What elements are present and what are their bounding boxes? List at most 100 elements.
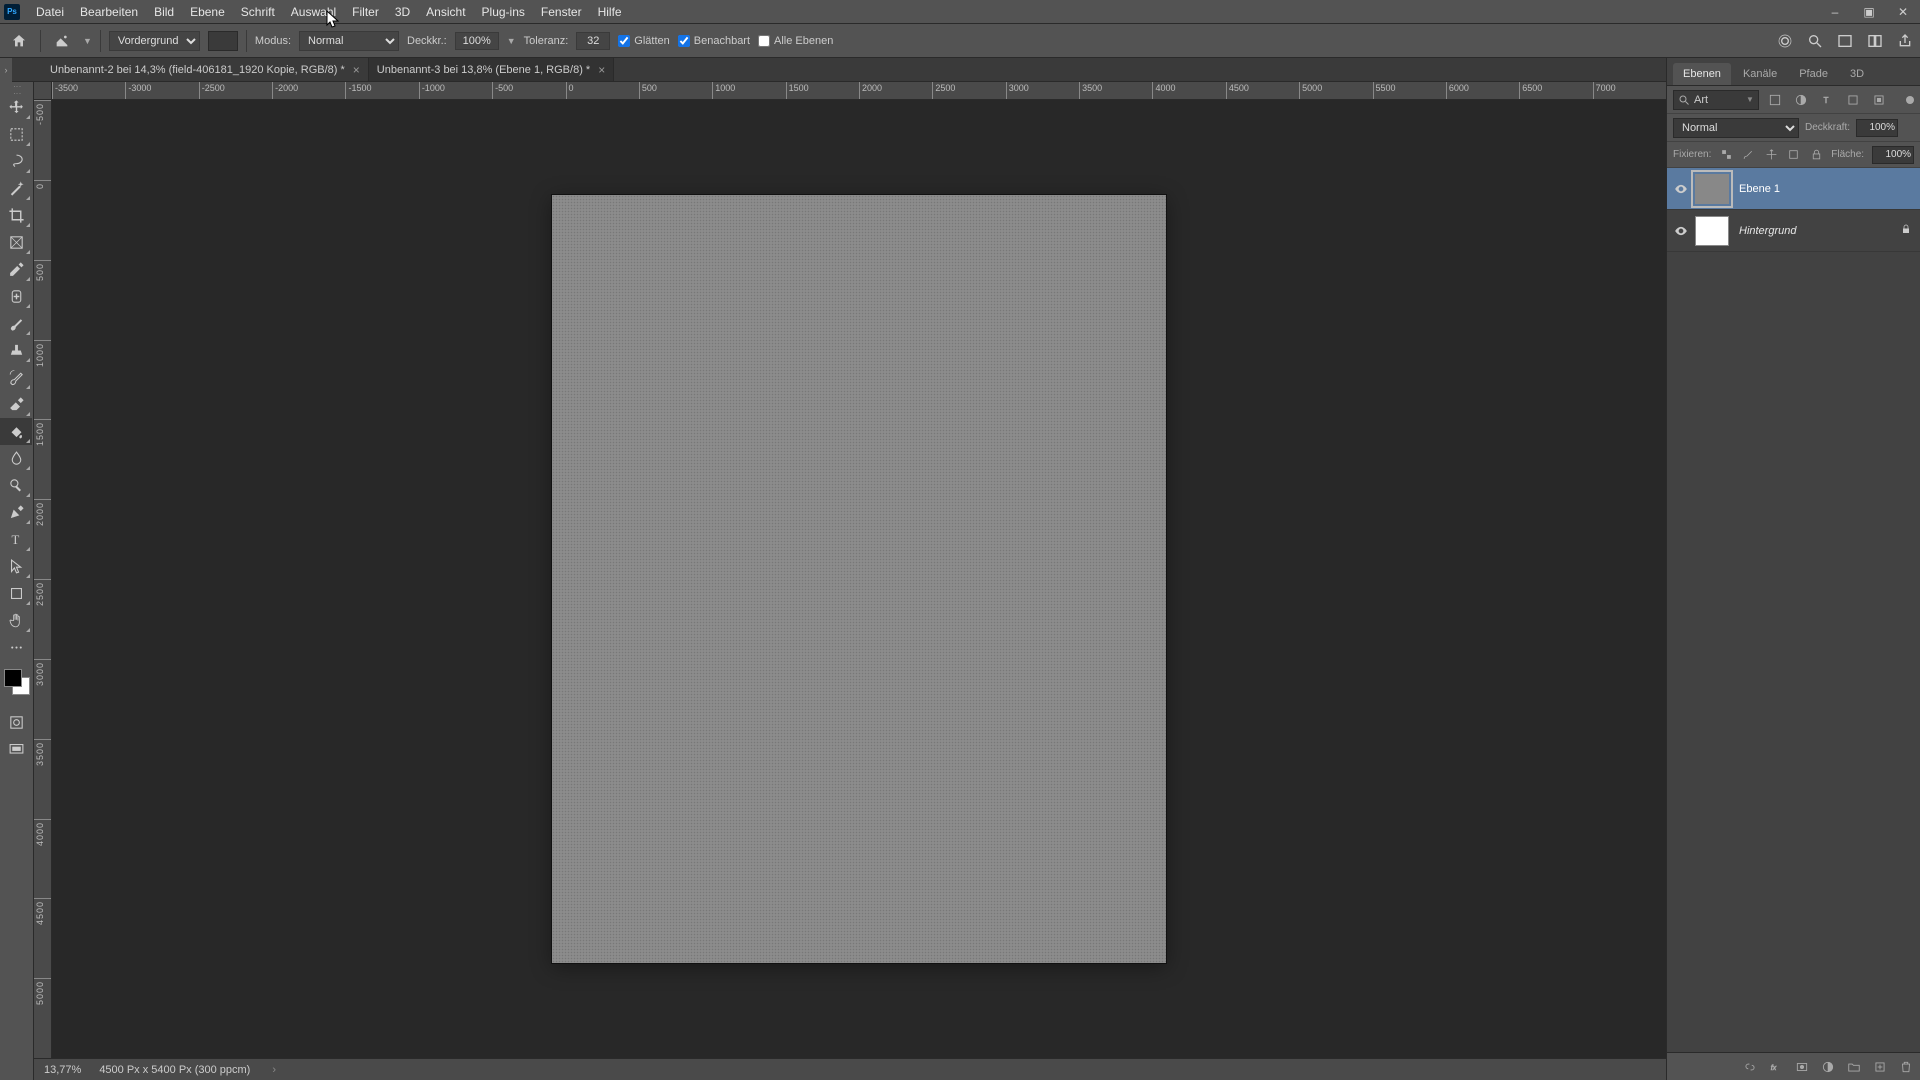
menu-fenster[interactable]: Fenster	[533, 0, 590, 24]
panel-tab-ebenen[interactable]: Ebenen	[1673, 63, 1731, 85]
chevron-down-icon[interactable]: ▼	[507, 36, 516, 46]
antialias-checkbox[interactable]: Glätten	[618, 35, 669, 47]
toolbox-grab-handle[interactable]	[0, 84, 33, 94]
lasso-tool[interactable]	[0, 148, 32, 175]
document-info[interactable]: 4500 Px x 5400 Px (300 ppcm)	[99, 1064, 250, 1076]
status-bar-menu-icon[interactable]: ›	[272, 1064, 276, 1076]
pen-tool[interactable]	[0, 499, 32, 526]
frame-tool[interactable]	[0, 229, 32, 256]
layer-mask-icon[interactable]	[1794, 1059, 1810, 1075]
layer-blend-mode-select[interactable]: Normal	[1673, 118, 1799, 138]
hand-tool[interactable]	[0, 607, 32, 634]
move-tool[interactable]	[0, 94, 32, 121]
menu-hilfe[interactable]: Hilfe	[590, 0, 630, 24]
document-tab[interactable]: Unbenannt-2 bei 14,3% (field-406181_1920…	[42, 58, 369, 81]
history-brush-tool[interactable]	[0, 364, 32, 391]
pattern-swatch[interactable]	[208, 31, 238, 51]
menu-bearbeiten[interactable]: Bearbeiten	[72, 0, 146, 24]
opacity-input[interactable]	[455, 32, 499, 50]
menu-ansicht[interactable]: Ansicht	[418, 0, 473, 24]
edit-toolbar-button[interactable]	[0, 634, 32, 661]
horizontal-ruler[interactable]: -3500-3000-2500-2000-1500-1000-500050010…	[52, 82, 1666, 100]
active-tool-icon[interactable]	[49, 29, 75, 53]
layer-row[interactable]: Hintergrund	[1667, 210, 1920, 252]
layer-row[interactable]: Ebene 1	[1667, 168, 1920, 210]
document-tab[interactable]: Unbenannt-3 bei 13,8% (Ebene 1, RGB/8) *…	[369, 58, 614, 81]
layer-visibility-toggle[interactable]	[1667, 182, 1695, 196]
dodge-tool[interactable]	[0, 472, 32, 499]
delete-layer-icon[interactable]	[1898, 1059, 1914, 1075]
layer-group-icon[interactable]	[1846, 1059, 1862, 1075]
filter-type-icon[interactable]: T	[1817, 90, 1837, 110]
layer-thumbnail[interactable]	[1695, 174, 1729, 204]
layer-filter-kind[interactable]: ▼	[1673, 90, 1759, 110]
filter-adjustment-icon[interactable]	[1791, 90, 1811, 110]
blend-mode-select[interactable]: Normal	[299, 31, 399, 51]
workspace-switcher-icon[interactable]	[1866, 32, 1884, 50]
panel-tab-kanäle[interactable]: Kanäle	[1733, 63, 1787, 85]
type-tool[interactable]: T	[0, 526, 32, 553]
layer-filter-input[interactable]	[1694, 94, 1742, 106]
all-layers-checkbox[interactable]: Alle Ebenen	[758, 35, 833, 47]
panel-tab-3d[interactable]: 3D	[1840, 63, 1874, 85]
brush-tool[interactable]	[0, 310, 32, 337]
vertical-ruler[interactable]: -500050010001500200025003000350040004500…	[34, 100, 52, 1058]
canvas[interactable]	[552, 195, 1166, 963]
tolerance-input[interactable]	[576, 32, 610, 50]
magic-wand-tool[interactable]	[0, 175, 32, 202]
layer-fx-icon[interactable]: fx	[1768, 1059, 1784, 1075]
clone-stamp-tool[interactable]	[0, 337, 32, 364]
layer-name[interactable]: Hintergrund	[1739, 225, 1796, 237]
menu-filter[interactable]: Filter	[344, 0, 387, 24]
menu-3d[interactable]: 3D	[387, 0, 418, 24]
filter-shape-icon[interactable]	[1843, 90, 1863, 110]
menu-datei[interactable]: Datei	[28, 0, 72, 24]
ruler-origin[interactable]	[34, 82, 52, 100]
share-icon[interactable]	[1896, 32, 1914, 50]
layer-fill-input[interactable]	[1872, 146, 1914, 164]
layer-visibility-toggle[interactable]	[1667, 224, 1695, 238]
paint-bucket-tool[interactable]	[0, 418, 32, 445]
fill-source-select[interactable]: Vordergrund	[109, 31, 200, 51]
menu-plug-ins[interactable]: Plug-ins	[474, 0, 533, 24]
window-close-button[interactable]: ✕	[1886, 0, 1920, 23]
blur-tool[interactable]	[0, 445, 32, 472]
chevron-down-icon[interactable]: ▼	[83, 36, 92, 46]
filter-pixel-icon[interactable]	[1765, 90, 1785, 110]
foreground-color-swatch[interactable]	[4, 669, 22, 687]
contiguous-checkbox[interactable]: Benachbart	[678, 35, 750, 47]
lock-artboard-icon[interactable]	[1786, 147, 1800, 163]
shape-tool[interactable]	[0, 580, 32, 607]
crop-tool[interactable]	[0, 202, 32, 229]
adjustment-layer-icon[interactable]	[1820, 1059, 1836, 1075]
lock-pixels-icon[interactable]	[1742, 147, 1756, 163]
home-button[interactable]	[6, 29, 32, 53]
menu-bild[interactable]: Bild	[146, 0, 182, 24]
layer-opacity-input[interactable]	[1856, 119, 1898, 137]
new-layer-icon[interactable]	[1872, 1059, 1888, 1075]
zoom-level[interactable]: 13,77%	[44, 1064, 81, 1076]
link-layers-icon[interactable]	[1742, 1059, 1758, 1075]
window-minimize-button[interactable]: –	[1818, 0, 1852, 23]
layer-name[interactable]: Ebene 1	[1739, 183, 1780, 195]
eraser-tool[interactable]	[0, 391, 32, 418]
screen-mode-button[interactable]	[0, 736, 32, 763]
arrange-docs-icon[interactable]	[1836, 32, 1854, 50]
lock-transparency-icon[interactable]	[1719, 147, 1733, 163]
window-restore-button[interactable]: ▣	[1852, 0, 1886, 23]
filter-toggle-icon[interactable]	[1906, 96, 1914, 104]
close-tab-icon[interactable]: ×	[598, 63, 605, 77]
lock-position-icon[interactable]	[1764, 147, 1778, 163]
quick-mask-button[interactable]	[0, 709, 32, 736]
cloud-docs-icon[interactable]	[1776, 32, 1794, 50]
filter-smartobj-icon[interactable]	[1869, 90, 1889, 110]
search-icon[interactable]	[1806, 32, 1824, 50]
marquee-tool[interactable]	[0, 121, 32, 148]
canvas-viewport[interactable]	[52, 100, 1666, 1058]
close-tab-icon[interactable]: ×	[353, 63, 360, 77]
healing-brush-tool[interactable]	[0, 283, 32, 310]
menu-auswahl[interactable]: Auswahl	[283, 0, 344, 24]
path-select-tool[interactable]	[0, 553, 32, 580]
layer-thumbnail[interactable]	[1695, 216, 1729, 246]
panel-tab-pfade[interactable]: Pfade	[1789, 63, 1838, 85]
